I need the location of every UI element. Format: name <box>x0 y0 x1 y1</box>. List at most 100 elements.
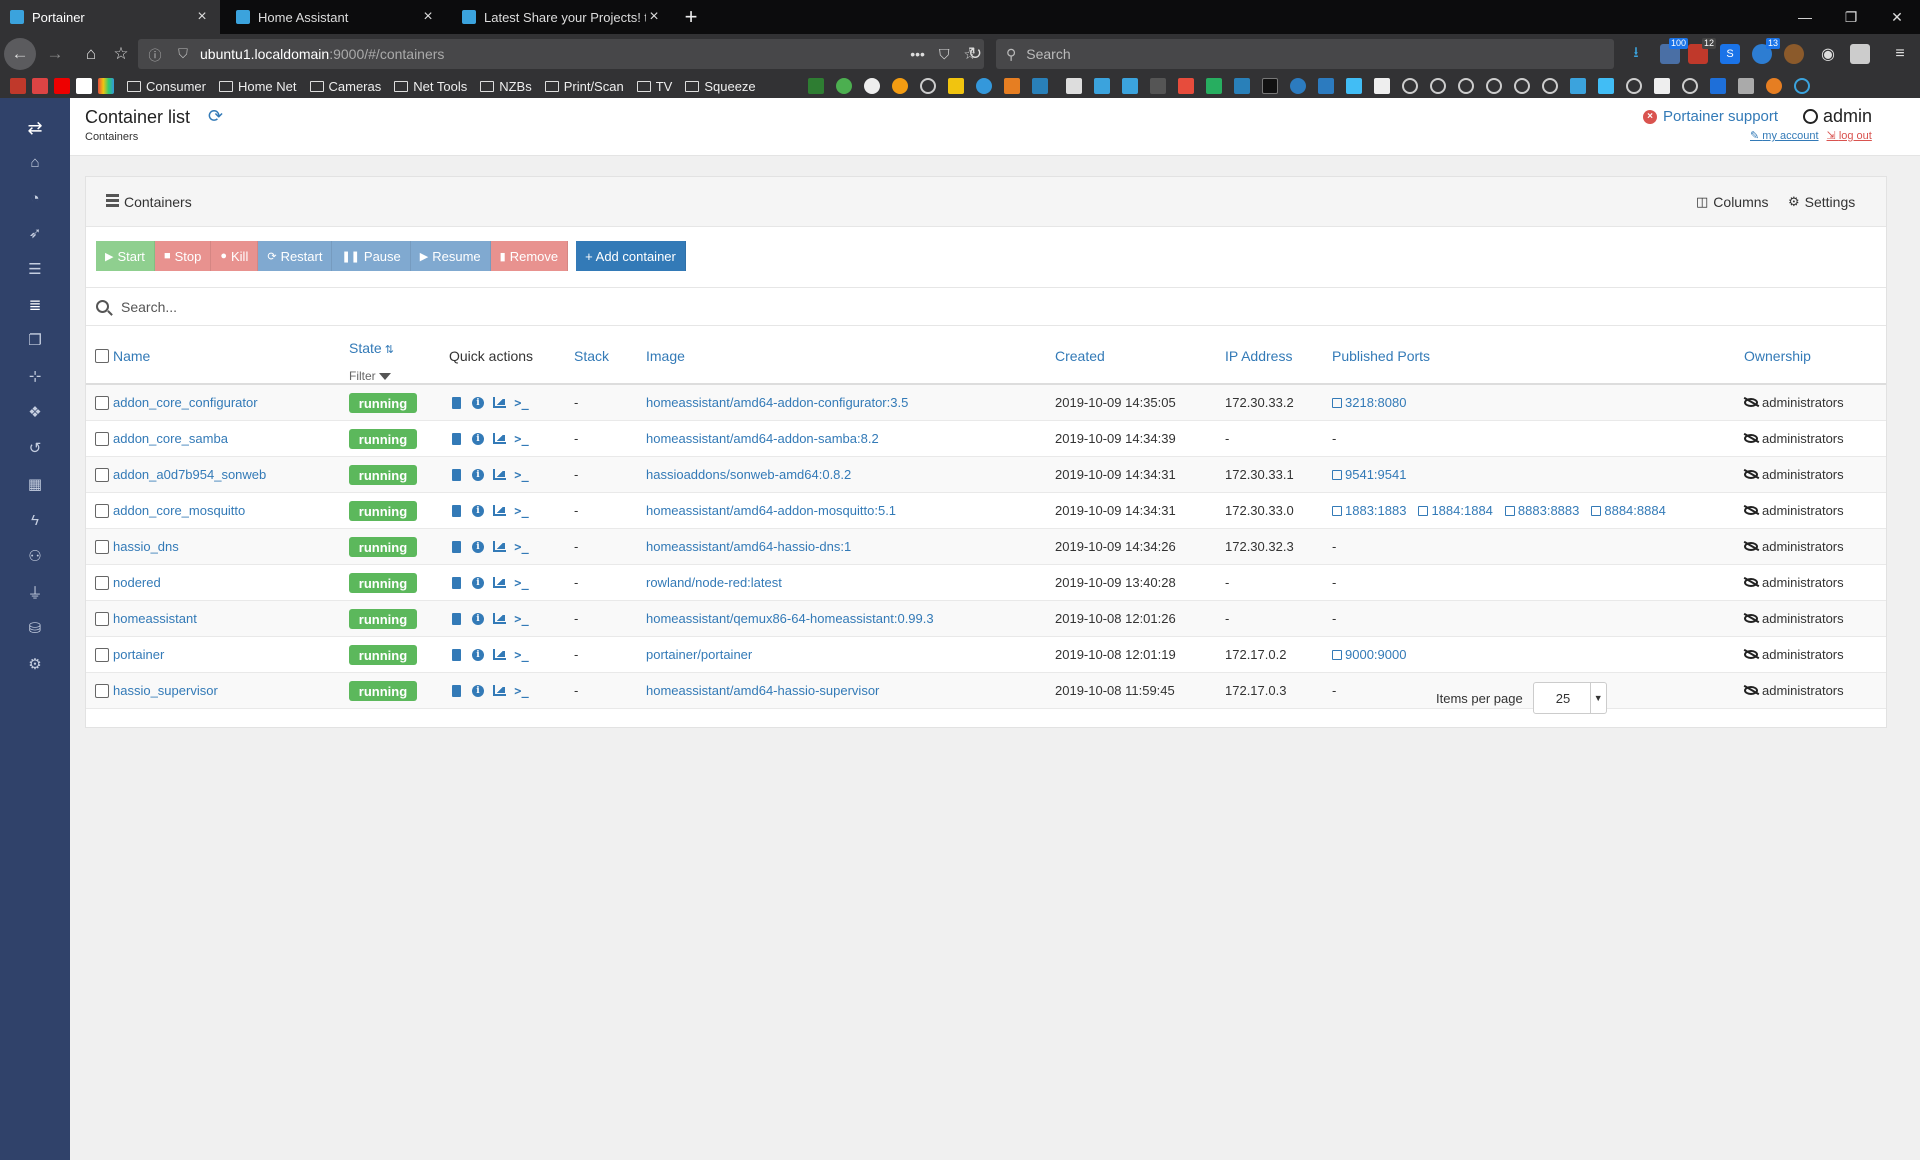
bookmark-icon[interactable] <box>1737 78 1754 94</box>
container-name-link[interactable]: hassio_dns <box>113 539 179 554</box>
bookmark-icon[interactable] <box>1065 78 1082 94</box>
globe-icon[interactable] <box>1457 78 1474 94</box>
container-name-link[interactable]: nodered <box>113 575 161 590</box>
sidebar-bolt-icon[interactable]: ϟ <box>0 502 70 538</box>
bookmark-icon[interactable] <box>975 78 992 94</box>
bookmark-icon[interactable] <box>1569 78 1586 94</box>
sidebar-th-list-icon[interactable]: ☰ <box>0 251 70 287</box>
container-name-link[interactable]: homeassistant <box>113 611 197 626</box>
console-icon[interactable]: >_ <box>514 432 528 446</box>
resume-button[interactable]: ▶ Resume <box>410 241 491 271</box>
close-icon[interactable]: × <box>420 8 436 26</box>
logs-icon[interactable] <box>450 684 463 697</box>
column-image[interactable]: Image <box>646 348 685 364</box>
extension-icon[interactable]: 12 <box>1688 38 1716 64</box>
stats-icon[interactable] <box>493 396 506 409</box>
inspect-icon[interactable]: i <box>472 432 484 445</box>
sidebar-apps-icon[interactable]: ▦ <box>0 466 70 502</box>
bookmark-folder[interactable]: Home Net <box>218 79 297 94</box>
column-name[interactable]: Name <box>113 348 150 364</box>
bookmark-folder[interactable]: NZBs <box>480 79 532 94</box>
bookmark-icon[interactable] <box>1003 78 1020 94</box>
inspect-icon[interactable]: i <box>472 504 484 517</box>
sidebar-rocket-icon[interactable]: ➶ <box>0 215 70 251</box>
bookmark-icon[interactable] <box>98 78 114 94</box>
globe-icon[interactable] <box>1681 78 1698 94</box>
bookmark-folder[interactable]: Print/Scan <box>544 79 624 94</box>
column-ip-address[interactable]: IP Address <box>1225 348 1292 364</box>
container-name-link[interactable]: addon_core_samba <box>113 431 228 446</box>
inspect-icon[interactable]: i <box>472 684 484 697</box>
published-port-link[interactable]: 9000:9000 <box>1332 647 1406 662</box>
tab-share-projects[interactable]: Latest Share your Projects! topi × <box>452 0 672 34</box>
inspect-icon[interactable]: i <box>472 576 484 589</box>
column-ownership[interactable]: Ownership <box>1744 348 1811 364</box>
row-checkbox[interactable] <box>95 468 109 482</box>
inspect-icon[interactable]: i <box>472 540 484 553</box>
column-state[interactable]: State ⇅ <box>349 340 394 356</box>
inspect-icon[interactable]: i <box>472 396 484 409</box>
stats-icon[interactable] <box>493 540 506 553</box>
image-link[interactable]: hassioaddons/sonweb-amd64:0.8.2 <box>646 467 851 482</box>
bookmark-z-icon[interactable] <box>10 78 26 94</box>
log-out-link[interactable]: ⇲ log out <box>1827 129 1872 142</box>
refresh-icon[interactable]: ⟳ <box>208 106 223 127</box>
bookmark-icon[interactable] <box>1317 78 1334 94</box>
settings-button[interactable]: ⚙ Settings <box>1788 194 1855 210</box>
columns-button[interactable]: ◫ Columns <box>1696 194 1769 210</box>
bookmark-folder[interactable]: Cameras <box>309 79 381 94</box>
page-actions-icon[interactable]: ••• <box>910 46 925 62</box>
bookmark-amazon-icon[interactable] <box>76 78 92 94</box>
bookmark-folder[interactable]: Consumer <box>127 79 206 94</box>
bookmark-icon[interactable] <box>1653 78 1670 94</box>
url-bar[interactable]: ⓘ ⛉ ubuntu1.localdomain:9000/#/container… <box>138 39 984 69</box>
info-icon[interactable]: ⓘ <box>144 45 166 64</box>
tab-portainer[interactable]: Portainer × <box>0 0 220 34</box>
image-link[interactable]: homeassistant/amd64-addon-configurator:3… <box>646 395 908 410</box>
console-icon[interactable]: >_ <box>514 504 528 518</box>
remove-button[interactable]: ▮ Remove <box>490 241 569 271</box>
reload-icon[interactable]: ↻ <box>960 39 990 69</box>
sidebar-cubes-icon[interactable]: ❖ <box>0 394 70 430</box>
wordpress-icon[interactable] <box>1289 78 1306 94</box>
bookmark-icon[interactable] <box>863 78 880 94</box>
pocket-icon[interactable]: ⛉ <box>939 46 950 63</box>
home-assistant-icon[interactable] <box>1345 78 1362 94</box>
tab-home-assistant[interactable]: Home Assistant × <box>226 0 446 34</box>
sidebar-cogs-icon[interactable]: ⚙ <box>0 646 70 682</box>
published-port-link[interactable]: 1883:1883 <box>1332 503 1406 518</box>
inspect-icon[interactable]: i <box>472 648 484 661</box>
row-checkbox[interactable] <box>95 396 109 410</box>
sidebar-users-icon[interactable]: ⚇ <box>0 538 70 574</box>
console-icon[interactable]: >_ <box>514 468 528 482</box>
column-stack[interactable]: Stack <box>574 348 609 364</box>
inspect-icon[interactable]: i <box>472 612 484 625</box>
state-filter[interactable]: Filter <box>349 369 391 383</box>
kodi-icon[interactable] <box>1121 78 1138 94</box>
search-input[interactable] <box>121 298 1621 315</box>
image-link[interactable]: rowland/node-red:latest <box>646 575 782 590</box>
bookmark-icon[interactable] <box>1149 78 1166 94</box>
restart-button[interactable]: ⟳ Restart <box>258 241 333 271</box>
stats-icon[interactable] <box>493 648 506 661</box>
row-checkbox[interactable] <box>95 612 109 626</box>
console-icon[interactable]: >_ <box>514 612 528 626</box>
image-link[interactable]: homeassistant/amd64-hassio-dns:1 <box>646 539 851 554</box>
kodi-icon[interactable] <box>1093 78 1110 94</box>
logs-icon[interactable] <box>450 576 463 589</box>
stats-icon[interactable] <box>493 576 506 589</box>
container-name-link[interactable]: addon_a0d7b954_sonweb <box>113 467 266 482</box>
menu-icon[interactable]: ≡ <box>1890 44 1910 64</box>
logs-icon[interactable] <box>450 504 463 517</box>
sidebar-exchange-icon[interactable]: ⇄ <box>0 110 70 146</box>
sidebar-sitemap-icon[interactable]: ⊹ <box>0 358 70 394</box>
published-port-link[interactable]: 8884:8884 <box>1591 503 1666 518</box>
stats-icon[interactable] <box>493 468 506 481</box>
bookmark-icon[interactable] <box>1233 78 1250 94</box>
image-link[interactable]: homeassistant/qemux86-64-homeassistant:0… <box>646 611 934 626</box>
globe-icon[interactable] <box>1429 78 1446 94</box>
row-checkbox[interactable] <box>95 576 109 590</box>
console-icon[interactable]: >_ <box>514 684 528 698</box>
row-checkbox[interactable] <box>95 504 109 518</box>
pocket-icon[interactable] <box>1177 78 1194 94</box>
